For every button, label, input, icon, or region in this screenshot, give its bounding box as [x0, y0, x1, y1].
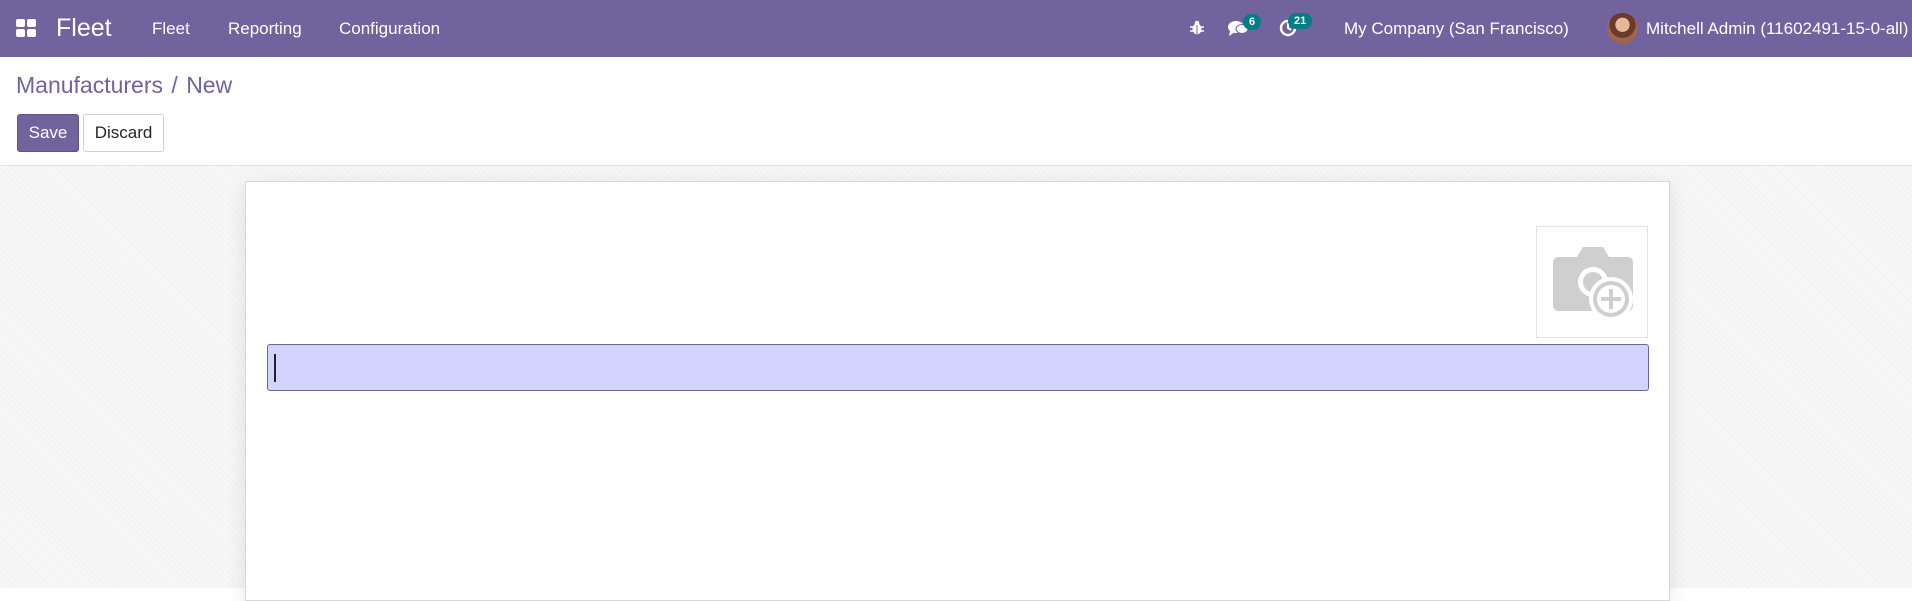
text-cursor [274, 354, 276, 382]
breadcrumb-current: New [186, 72, 233, 98]
form-content-area [0, 166, 1912, 601]
control-panel: Manufacturers / New Save Discard [0, 57, 1912, 166]
messages-count-badge: 6 [1243, 14, 1262, 30]
breadcrumb-parent-link[interactable]: Manufacturers [16, 72, 163, 98]
menu-item-configuration[interactable]: Configuration [339, 19, 440, 39]
menu-item-reporting[interactable]: Reporting [228, 19, 302, 39]
company-switcher[interactable]: My Company (San Francisco) [1344, 19, 1569, 39]
form-sheet [245, 181, 1670, 601]
menu-item-fleet[interactable]: Fleet [152, 19, 190, 39]
breadcrumb-separator: / [171, 72, 178, 98]
discard-button[interactable]: Discard [83, 114, 164, 152]
apps-grid-icon[interactable] [16, 19, 36, 37]
activities-count-badge: 21 [1288, 13, 1313, 29]
app-brand[interactable]: Fleet [56, 14, 112, 43]
bug-icon[interactable] [1189, 20, 1205, 41]
breadcrumb: Manufacturers / New [16, 72, 232, 99]
user-menu[interactable]: Mitchell Admin (11602491-15-0-all) [1646, 19, 1908, 39]
logo-image-field[interactable] [1536, 226, 1648, 338]
avatar[interactable] [1607, 13, 1638, 44]
camera-plus-icon [1553, 247, 1633, 321]
top-navbar: Fleet Fleet Reporting Configuration 6 21… [0, 0, 1912, 57]
manufacturer-name-input[interactable] [267, 344, 1649, 391]
save-button[interactable]: Save [17, 114, 79, 152]
